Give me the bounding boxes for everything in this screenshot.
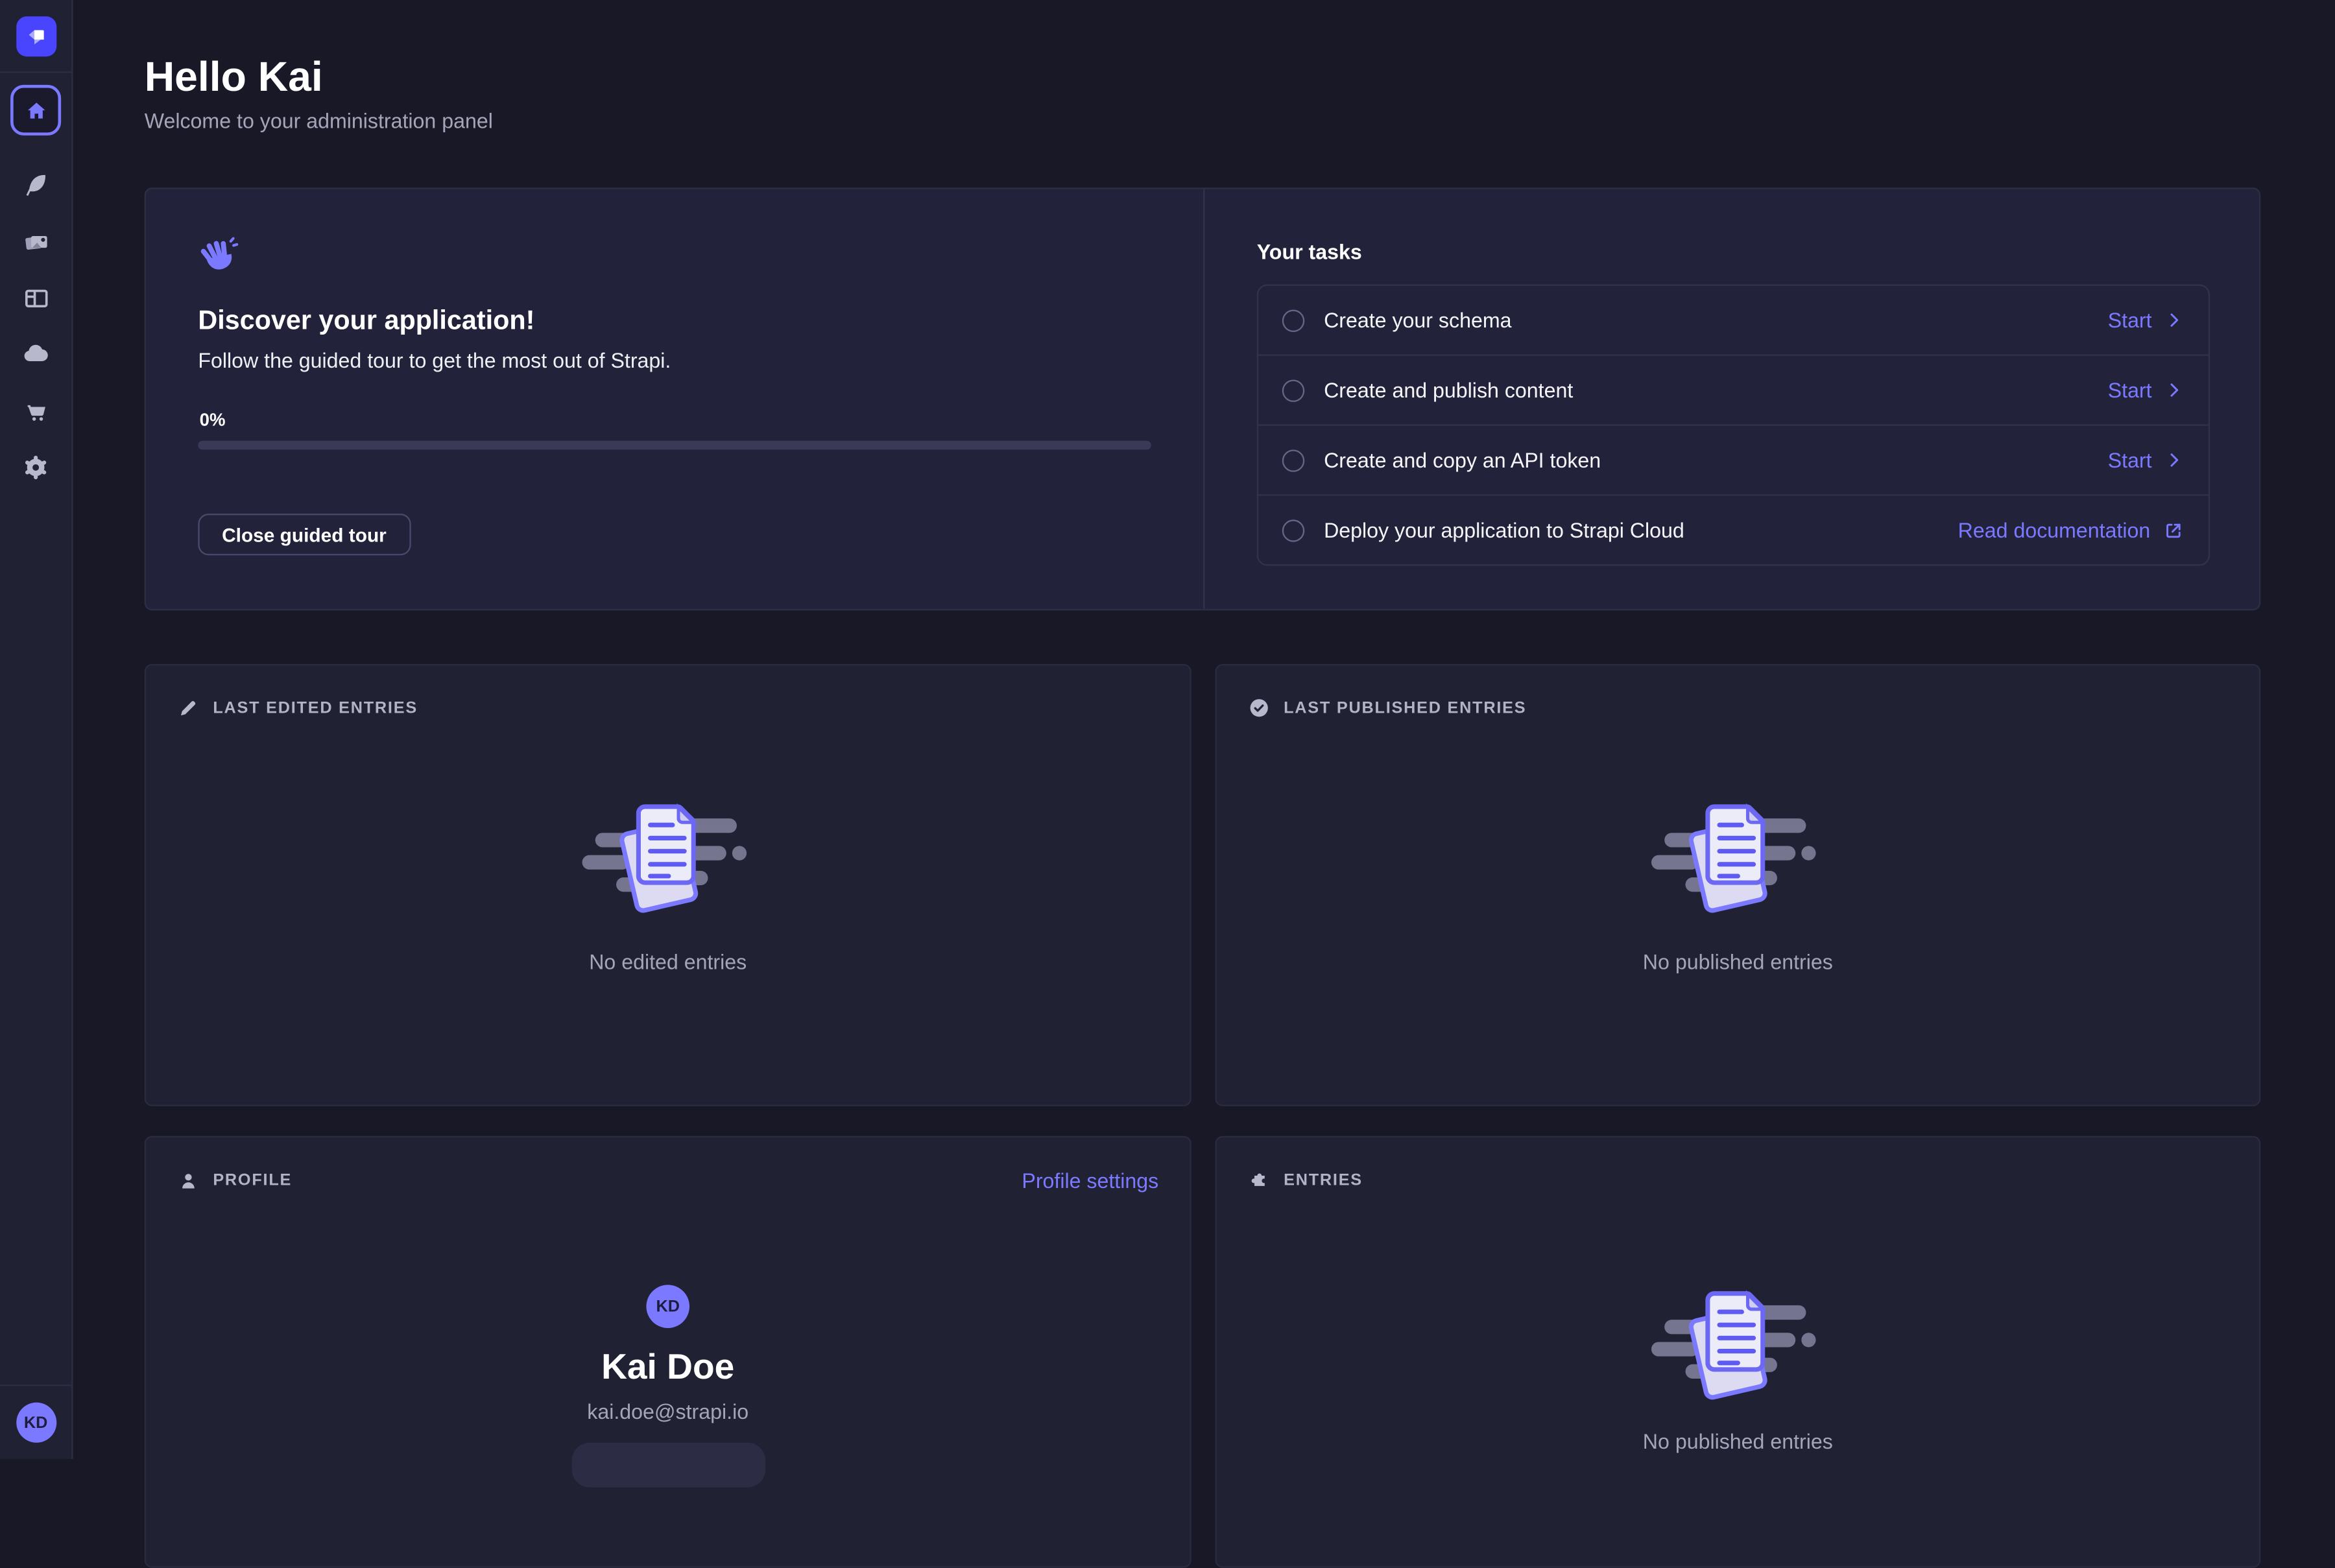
task-action-label: Start	[2108, 308, 2152, 332]
card-title: PROFILE	[213, 1172, 292, 1190]
card-header: PROFILE Profile settings	[146, 1137, 1190, 1193]
waving-hand-icon	[198, 233, 238, 274]
profile-email: kai.doe@strapi.io	[587, 1399, 748, 1423]
empty-state: No edited entries	[146, 794, 1190, 974]
sidebar-item-home[interactable]	[10, 85, 61, 136]
check-circle-icon	[1248, 696, 1270, 719]
main-content: Hello Kai Welcome to your administration…	[73, 0, 2335, 1459]
cart-icon	[21, 397, 50, 425]
task-label: Create your schema	[1324, 308, 1511, 332]
strapi-logo-glyph	[23, 24, 49, 49]
entries-card: ENTRIES	[1215, 1136, 2260, 1568]
sidebar-item-content-type-builder[interactable]	[10, 270, 61, 326]
empty-documents-illustration	[580, 794, 756, 925]
task-status-circle	[1282, 519, 1304, 541]
external-link-icon	[2162, 519, 2185, 541]
task-status-circle	[1282, 449, 1304, 471]
strapi-logo[interactable]	[16, 16, 56, 56]
task-list: Create your schema Start Create and publ…	[1257, 285, 2210, 566]
profile-avatar: KD	[646, 1285, 689, 1328]
guided-tour-panel: Discover your application! Follow the gu…	[145, 187, 2261, 610]
sidebar-item-marketplace[interactable]	[10, 383, 61, 439]
sidebar-item-content-manager[interactable]	[10, 156, 61, 213]
strapi-dashboard: KD Hello Kai Welcome to your administrat…	[0, 0, 2335, 1459]
task-start-link[interactable]: Start	[2108, 448, 2185, 472]
profile-name: Kai Doe	[601, 1348, 734, 1389]
cloud-icon	[21, 339, 51, 369]
card-header: LAST EDITED ENTRIES	[146, 665, 1190, 719]
images-icon	[21, 227, 50, 255]
card-header: LAST PUBLISHED ENTRIES	[1217, 665, 2259, 719]
chevron-right-icon	[2164, 449, 2185, 470]
empty-documents-illustration	[1650, 794, 1826, 925]
task-start-link[interactable]: Start	[2108, 308, 2185, 332]
task-action-label: Start	[2108, 378, 2152, 402]
task-status-circle	[1282, 309, 1304, 331]
home-icon	[23, 97, 49, 123]
empty-documents-illustration	[1650, 1280, 1826, 1411]
empty-state-text: No published entries	[1643, 1429, 1833, 1453]
feather-icon	[22, 171, 49, 198]
empty-state-text: No published entries	[1643, 950, 1833, 974]
chevron-right-icon	[2164, 379, 2185, 400]
card-title: LAST PUBLISHED ENTRIES	[1284, 699, 1526, 717]
progress-label: 0%	[200, 409, 226, 430]
page-title: Hello Kai	[145, 54, 323, 101]
task-label: Create and copy an API token	[1324, 448, 1601, 472]
task-label: Deploy your application to Strapi Cloud	[1324, 518, 1684, 542]
task-action-label: Read documentation	[1958, 518, 2151, 542]
task-row-deploy-cloud[interactable]: Deploy your application to Strapi Cloud …	[1258, 494, 2209, 564]
tasks-title: Your tasks	[1257, 240, 1362, 264]
last-edited-entries-card: LAST EDITED ENTRIES	[145, 664, 1191, 1106]
task-row-create-schema[interactable]: Create your schema Start	[1258, 286, 2209, 355]
page-subtitle: Welcome to your administration panel	[145, 109, 493, 133]
empty-state: No published entries	[1217, 794, 2259, 974]
tasks-section: Your tasks Create your schema Start	[1204, 189, 2259, 609]
task-status-circle	[1282, 379, 1304, 401]
layout-icon	[21, 283, 50, 312]
task-row-api-token[interactable]: Create and copy an API token Start	[1258, 424, 2209, 494]
puzzle-icon	[1248, 1169, 1270, 1191]
task-label: Create and publish content	[1324, 378, 1573, 402]
profile-body: KD Kai Doe kai.doe@strapi.io	[146, 1285, 1190, 1487]
guided-tour-subtitle: Follow the guided tour to get the most o…	[198, 348, 671, 372]
sidebar-item-deploy[interactable]	[10, 326, 61, 383]
empty-state: No published entries	[1217, 1280, 2259, 1453]
guided-tour-title: Discover your application!	[198, 305, 534, 337]
user-avatar[interactable]: KD	[16, 1403, 56, 1443]
empty-state-text: No edited entries	[589, 950, 747, 974]
close-guided-tour-button[interactable]: Close guided tour	[198, 514, 410, 555]
guided-tour-section: Discover your application! Follow the gu…	[146, 189, 1204, 609]
sidebar-item-media-library[interactable]	[10, 213, 61, 269]
sidebar-footer: KD	[0, 1384, 71, 1459]
profile-role-badge	[571, 1443, 764, 1488]
card-title: LAST EDITED ENTRIES	[213, 699, 418, 717]
read-documentation-link[interactable]: Read documentation	[1958, 518, 2185, 542]
card-header: ENTRIES	[1217, 1137, 2259, 1191]
gear-icon	[21, 453, 51, 482]
chevron-right-icon	[2164, 310, 2185, 331]
sidebar-divider	[0, 71, 71, 73]
card-title: ENTRIES	[1284, 1171, 1363, 1189]
sidebar: KD	[0, 0, 73, 1459]
user-icon	[177, 1169, 199, 1191]
sidebar-item-settings[interactable]	[10, 439, 61, 495]
last-published-entries-card: LAST PUBLISHED ENTRIES	[1215, 664, 2260, 1106]
progress-bar	[198, 441, 1151, 450]
task-row-publish-content[interactable]: Create and publish content Start	[1258, 354, 2209, 424]
task-start-link[interactable]: Start	[2108, 378, 2185, 402]
pencil-icon	[177, 696, 199, 719]
task-action-label: Start	[2108, 448, 2152, 472]
sidebar-footer-divider	[0, 1384, 71, 1386]
profile-settings-link[interactable]: Profile settings	[1022, 1169, 1158, 1193]
profile-card: PROFILE Profile settings KD Kai Doe kai.…	[145, 1136, 1191, 1568]
